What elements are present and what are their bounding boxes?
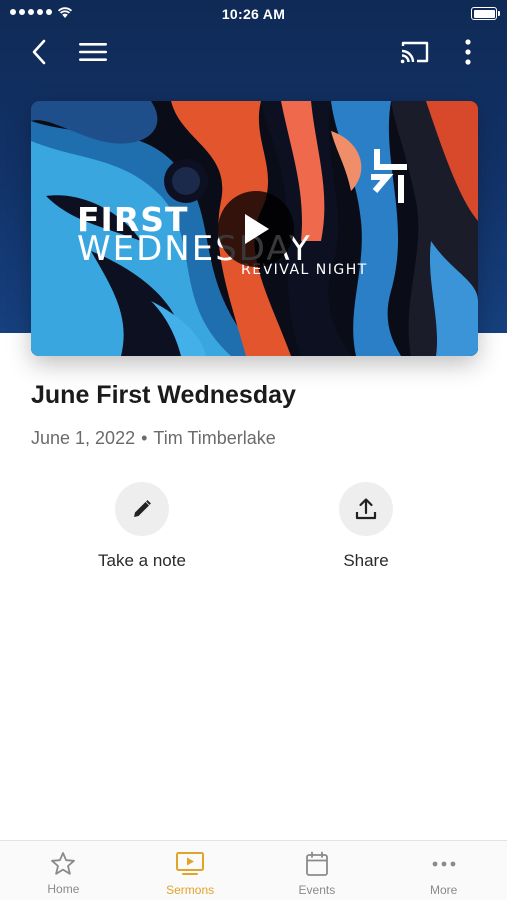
meta-separator: • (141, 428, 148, 448)
play-screen-icon (176, 852, 205, 875)
calendar-icon (305, 851, 328, 876)
more-options-button[interactable] (452, 34, 484, 70)
take-note-circle[interactable] (115, 482, 169, 536)
sermon-date: June 1, 2022 (31, 428, 136, 448)
share-icon (355, 498, 377, 520)
play-icon (245, 214, 269, 244)
tab-home-label: Home (47, 882, 80, 896)
battery-icon (471, 7, 500, 20)
star-icon (51, 852, 76, 875)
menu-button[interactable] (74, 34, 112, 70)
church-logo-icon (371, 149, 407, 203)
sermon-artwork[interactable]: FIRST WEDNESDAY REVIVAL NIGHT (31, 101, 478, 356)
play-button[interactable] (218, 191, 294, 267)
take-note-label[interactable]: Take a note (72, 551, 212, 571)
tab-events-label: Events (298, 883, 336, 897)
sermon-speaker[interactable]: Tim Timberlake (153, 428, 275, 448)
share-circle[interactable] (339, 482, 393, 536)
tab-sermons-label: Sermons (166, 883, 215, 897)
chevron-left-icon (32, 39, 46, 65)
status-time: 10:26 AM (221, 6, 286, 22)
hamburger-menu-icon (79, 43, 107, 61)
status-bar: 10:26 AM (0, 0, 507, 28)
pencil-icon (134, 500, 151, 517)
tab-home[interactable]: Home (0, 841, 127, 900)
bottom-tab-bar: Home Sermons Events More (0, 840, 507, 900)
ellipsis-icon (432, 861, 456, 867)
take-note-button[interactable]: Take a note (72, 482, 212, 571)
tab-events[interactable]: Events (254, 841, 381, 900)
share-button[interactable]: Share (296, 482, 436, 571)
vertical-ellipsis-icon (465, 39, 471, 65)
sermon-meta: June 1, 2022 • Tim Timberlake (31, 428, 276, 449)
tab-more[interactable]: More (380, 841, 507, 900)
back-button[interactable] (22, 34, 56, 70)
cast-button[interactable] (396, 34, 434, 70)
tab-sermons[interactable]: Sermons (127, 841, 254, 900)
cast-icon (400, 41, 429, 64)
sermon-title: June First Wednesday (31, 381, 296, 409)
share-label[interactable]: Share (296, 551, 436, 571)
tab-more-label: More (429, 883, 458, 897)
